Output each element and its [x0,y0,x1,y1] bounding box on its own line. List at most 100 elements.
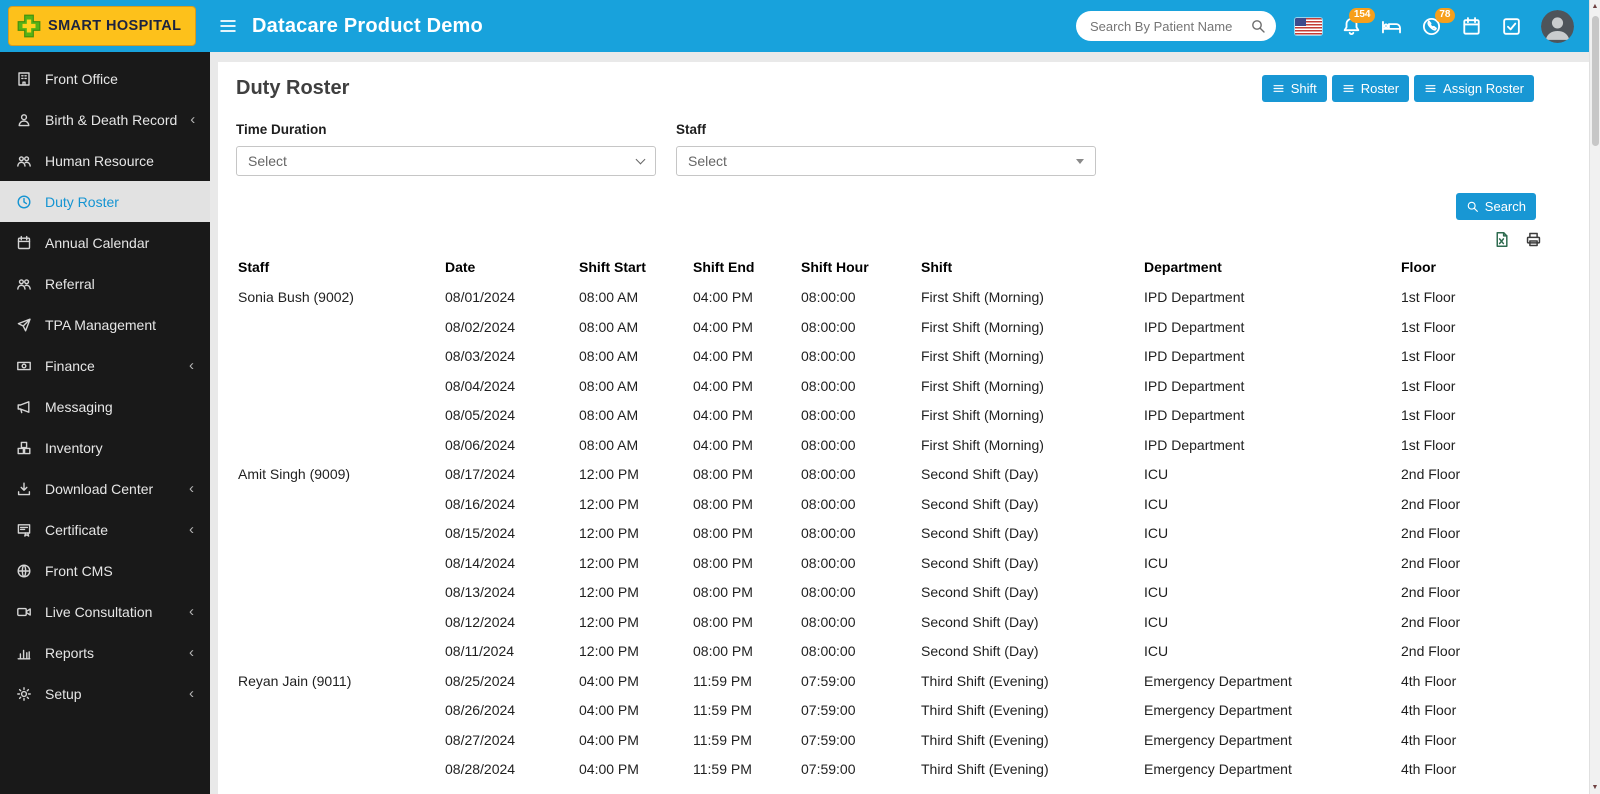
sidebar-item-setup[interactable]: Setup ‹ [0,673,210,714]
table-row: 08/26/2024 04:00 PM 11:59 PM 07:59:00 Third … [445,702,1457,718]
check-square-icon [1501,16,1522,37]
user-avatar[interactable] [1541,9,1574,43]
vertical-scrollbar[interactable]: ▲ ▼ [1589,0,1600,794]
calendar-icon [1461,16,1482,37]
logo-text: SMART HOSPITAL [48,18,182,34]
table-row: 08/06/2024 08:00 AM 04:00 PM 08:00:00 First … [445,436,1456,453]
menu-icon [218,16,238,36]
scroll-up-arrow[interactable]: ▲ [1592,0,1599,13]
chevron-left-icon: ‹ [190,111,196,128]
list-icon [1424,82,1437,95]
notifications-button[interactable]: 154 [1341,7,1375,37]
chevron-left-icon: ‹ [189,521,194,538]
megaphone-icon [16,399,32,415]
table-row: 08/04/2024 08:00 AM 04:00 PM 08:00:00 First … [445,377,1456,394]
search-button[interactable]: Search [1455,193,1536,220]
topbar-actions: 154 78 [1076,7,1600,43]
calendar-button[interactable] [1461,16,1482,37]
sidebar-item-download-center[interactable]: Download Center ‹ [0,468,210,509]
bed-icon [1381,16,1402,37]
table-row: 08/15/2024 12:00 PM 08:00 PM 08:00:00 Second… [445,525,1461,541]
sidebar-item-reports[interactable]: Reports ‹ [0,632,210,673]
time-duration-filter: Time Duration Select [236,122,656,176]
staff-label: Staff [676,122,706,137]
plane-icon [16,317,32,333]
sidebar-item-label: Messaging [45,398,113,415]
table-row: 08/02/2024 08:00 AM 04:00 PM 08:00:00 First … [445,318,1456,335]
whatsapp-button[interactable]: 78 [1421,7,1455,37]
sidebar-item-label: Setup [45,685,82,702]
sidebar-item-birth-death-record[interactable]: Birth & Death Record ‹ [0,99,210,140]
column-header-staff: Staff [238,259,270,275]
print-icon[interactable] [1525,231,1542,248]
sidebar-item-label: Live Consultation [45,603,153,620]
assign-roster-button[interactable]: Assign Roster [1414,75,1534,102]
staff-value: Select [688,153,727,169]
table-row: 08/12/2024 12:00 PM 08:00 PM 08:00:00 Second… [445,613,1461,630]
chevron-left-icon: ‹ [189,480,194,497]
human-resource-icon [16,153,32,169]
tasks-button[interactable] [1501,16,1522,37]
table-row: Reyan Jain (9011) 08/25/2024 04:00 PM 11:59… [238,672,1457,689]
page-title: Duty Roster [236,77,350,99]
sidebar-item-label: Birth & Death Record [45,111,178,128]
roster-button[interactable]: Roster [1331,75,1410,102]
sidebar-item-finance[interactable]: Finance ‹ [0,345,210,386]
shift-button[interactable]: Shift [1261,75,1327,102]
sidebar-item-certificate[interactable]: Certificate ‹ [0,509,210,550]
patient-search-input[interactable] [1090,18,1250,34]
table-row: Amit Singh (9009) 08/17/2024 12:00 PM 08:00… [238,466,1461,482]
table-row: 08/13/2024 12:00 PM 08:00 PM 08:00:00 Second… [445,584,1461,600]
table-row: 08/27/2024 04:00 PM 11:59 PM 07:59:00 Third … [445,731,1457,748]
sidebar-item-front-office[interactable]: Front Office ‹ [0,58,210,99]
time-duration-value: Select [248,153,287,169]
hospital-cross-icon [17,14,41,38]
list-icon [1342,82,1355,95]
chevron-left-icon: ‹ [189,685,194,702]
chevron-left-icon: ‹ [189,603,194,620]
staff-filter: Staff Select [676,122,1096,176]
sidebar-item-messaging[interactable]: Messaging ‹ [0,386,210,427]
birth-death-icon [16,112,32,128]
search-row: Search [234,176,1600,220]
front-office-icon [16,71,32,87]
sidebar-item-duty-roster[interactable]: Duty Roster ‹ [0,181,210,222]
main-content: Duty Roster Shift Roster Assign Roster Tim… [210,52,1600,794]
time-duration-select[interactable]: Select [236,146,656,176]
sidebar-item-label: Front Office [45,70,118,87]
app-title: Datacare Product Demo [252,14,483,37]
scroll-down-arrow[interactable]: ▼ [1592,781,1599,794]
sidebar-item-label: Finance [45,357,95,374]
top-navbar: SMART HOSPITAL Datacare Product Demo 154… [0,0,1600,52]
message-badge: 78 [1434,7,1455,23]
gears-icon [16,686,32,702]
sidebar-item-live-consultation[interactable]: Live Consultation ‹ [0,591,210,632]
clock-icon [16,194,32,210]
excel-export-icon[interactable] [1493,231,1510,248]
sidebar-item-referral[interactable]: Referral ‹ [0,263,210,304]
download-icon [16,481,32,497]
sidebar-item-label: Duty Roster [45,193,119,210]
language-flag-us-icon[interactable] [1295,17,1322,35]
inventory-icon [16,440,32,456]
sidebar-item-label: Annual Calendar [45,234,150,251]
chevron-left-icon: ‹ [189,644,194,661]
video-icon [16,604,32,620]
sidebar-item-tpa-management[interactable]: TPA Management ‹ [0,304,210,345]
table-row: 08/28/2024 04:00 PM 11:59 PM 07:59:00 Third … [445,761,1457,777]
sidebar-item-annual-calendar[interactable]: Annual Calendar ‹ [0,222,210,263]
search-icon[interactable] [1250,18,1266,34]
bed-status-button[interactable] [1381,16,1402,37]
sidebar-item-human-resource[interactable]: Human Resource ‹ [0,140,210,181]
sidebar-item-label: Reports [45,644,95,661]
scrollbar-thumb[interactable] [1591,16,1599,146]
table-row: 08/05/2024 08:00 AM 04:00 PM 08:00:00 First … [445,407,1456,423]
hospital-logo[interactable]: SMART HOSPITAL [8,6,196,46]
staff-select[interactable]: Select [676,146,1096,176]
sidebar-item-front-cms[interactable]: Front CMS ‹ [0,550,210,591]
table-row: Sonia Bush (9002) 08/01/2024 08:00 AM 04:00… [238,289,1456,305]
table-row: 08/11/2024 12:00 PM 08:00 PM 08:00:00 Second… [445,643,1461,659]
sidebar-item-inventory[interactable]: Inventory ‹ [0,427,210,468]
sidebar-item-label: Referral [45,275,95,292]
menu-toggle-button[interactable] [218,16,238,36]
